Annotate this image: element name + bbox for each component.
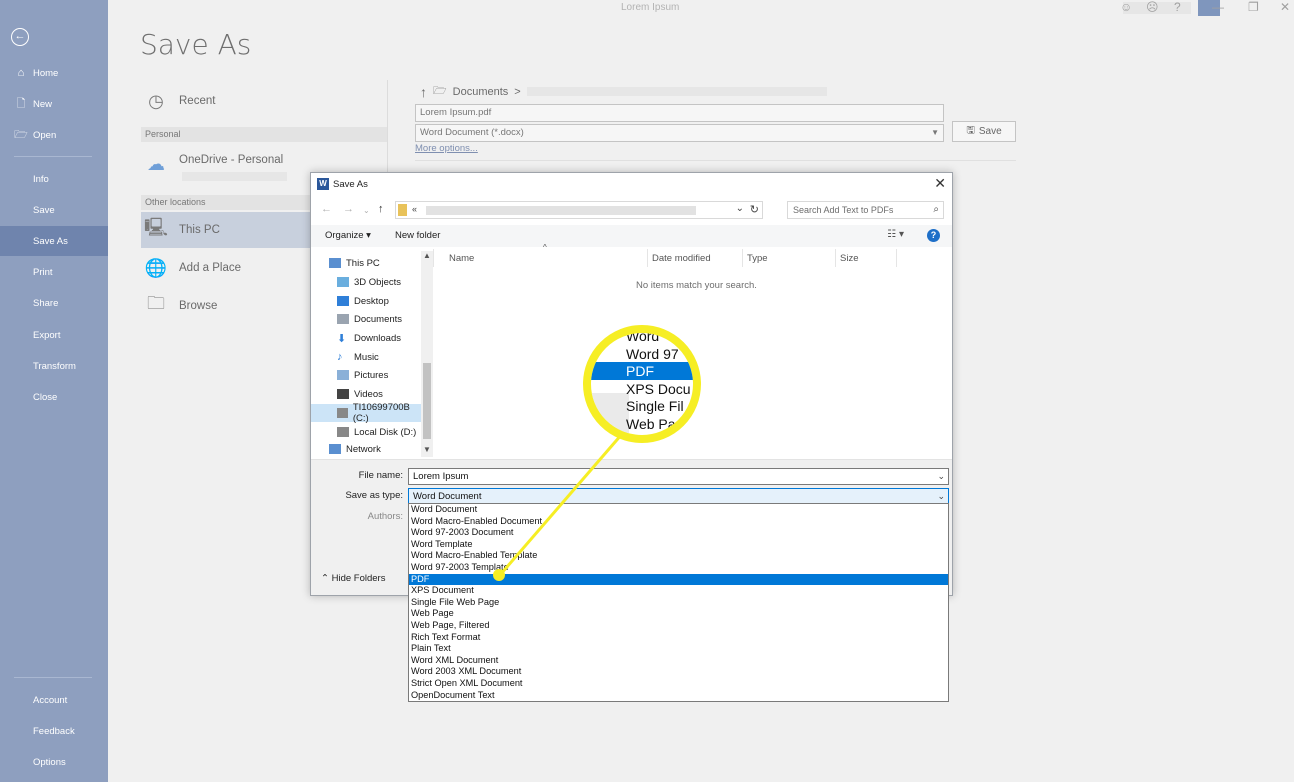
- magnifier-line: Single Fil: [626, 398, 684, 414]
- callout-line: [498, 433, 624, 576]
- magnifier-line: Word 97: [626, 345, 679, 362]
- magnifier-line: XPS Docu: [626, 380, 691, 397]
- magnifier-callout: Word Word 97 PDF XPS Docu Single Fil Web Pa: [583, 325, 701, 443]
- magnifier-line: PDF: [591, 362, 693, 380]
- magnifier-shade: [591, 393, 629, 435]
- magnifier-line: Word: [626, 328, 660, 344]
- magnifier-line: Web Pa: [626, 415, 676, 432]
- callout-dot: [493, 569, 505, 581]
